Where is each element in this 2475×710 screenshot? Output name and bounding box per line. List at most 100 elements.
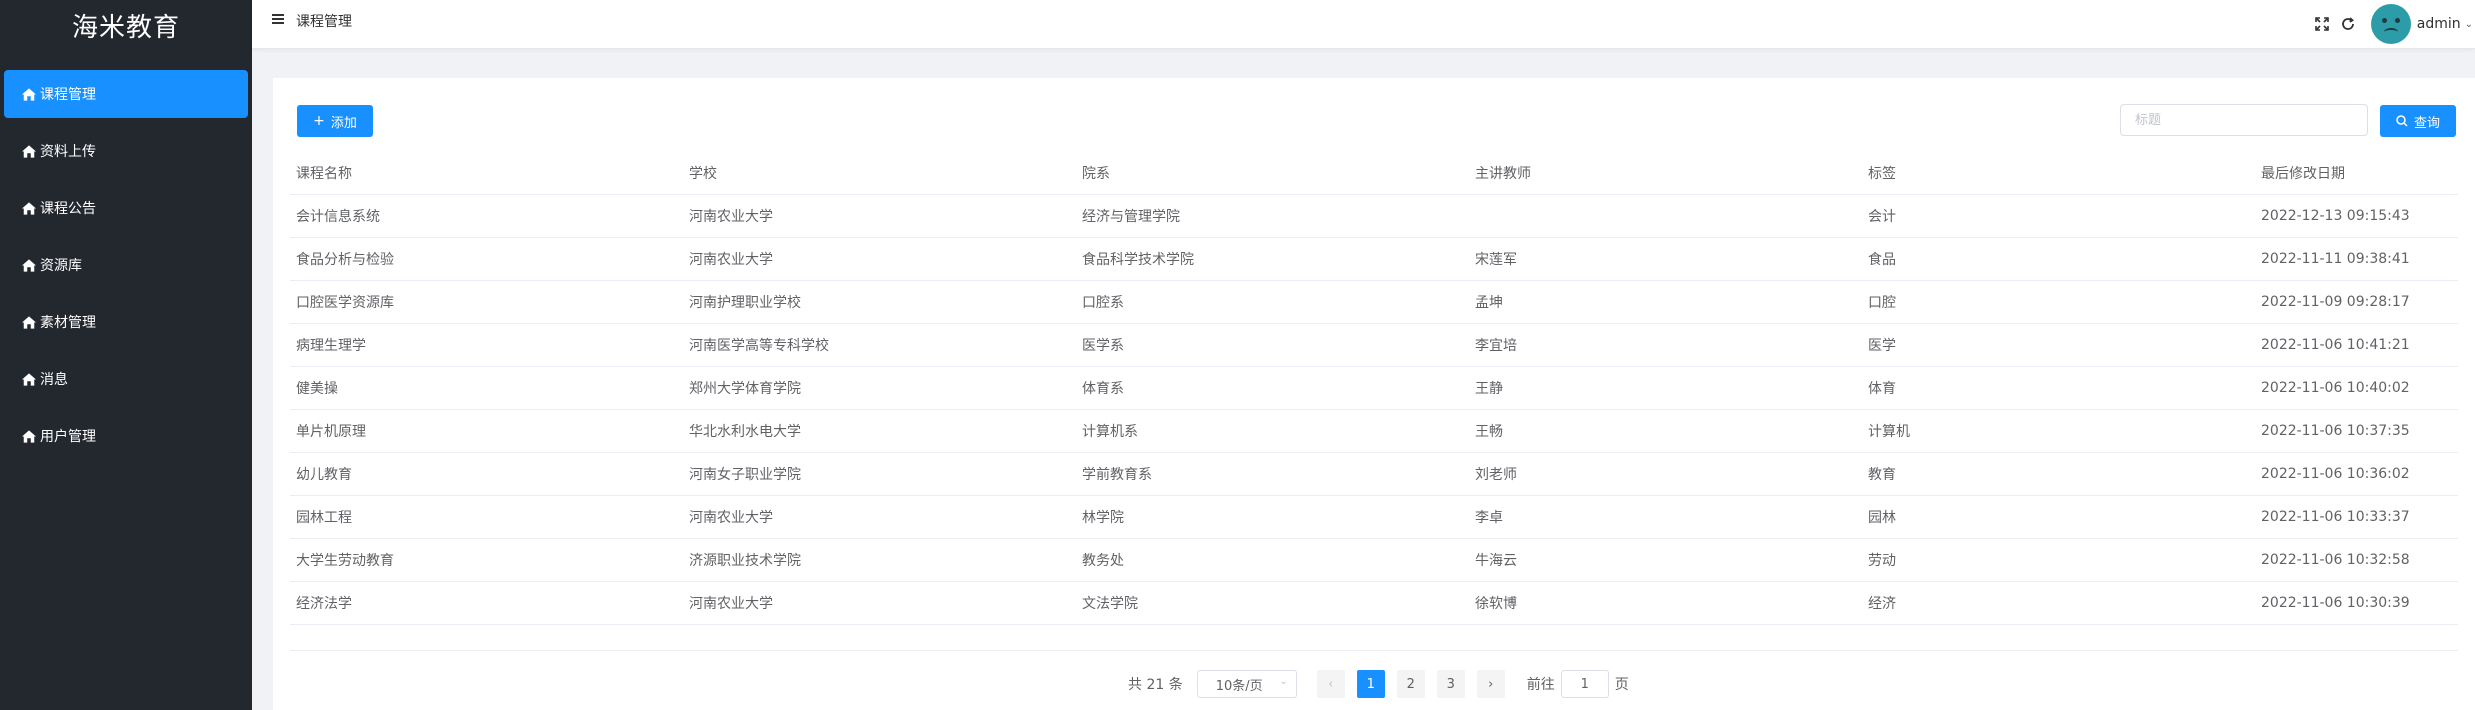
cell-modified-date: 2022-12-13 09:15:43 [2255, 194, 2458, 238]
cell-teacher: 牛海云 [1469, 538, 1862, 582]
cell-tag: 经济 [1862, 581, 2255, 625]
cell-tag: 医学 [1862, 323, 2255, 367]
goto-suffix: 页 [1614, 677, 1629, 693]
sidebar-item-messages[interactable]: 消息 [4, 355, 248, 403]
page-size-value: 10条/页 [1215, 678, 1263, 694]
cell-teacher: 孟坤 [1469, 280, 1862, 324]
table-row[interactable]: 幼儿教育 河南女子职业学院 学前教育系 刘老师 教育 2022-11-06 10… [290, 452, 2458, 496]
title-search-input[interactable] [2120, 104, 2368, 136]
username[interactable]: admin [2417, 16, 2461, 32]
sidebar-item-course-management[interactable]: 课程管理 [4, 70, 248, 118]
cell-school: 济源职业技术学院 [683, 538, 1076, 582]
prev-page-button[interactable]: ‹ [1316, 670, 1345, 698]
cell-department: 医学系 [1076, 323, 1469, 367]
top-header: 课程管理 admin ⌄ [252, 0, 2475, 49]
cell-tag: 食品 [1862, 237, 2255, 281]
cell-school: 河南农业大学 [683, 495, 1076, 539]
plus-icon: + [313, 113, 325, 129]
cell-course-name: 园林工程 [290, 495, 683, 539]
home-icon [22, 201, 36, 215]
cell-teacher: 宋莲军 [1469, 237, 1862, 281]
table-row[interactable]: 大学生劳动教育 济源职业技术学院 教务处 牛海云 劳动 2022-11-06 1… [290, 538, 2458, 582]
cell-department: 林学院 [1076, 495, 1469, 539]
cell-teacher: 徐软博 [1469, 581, 1862, 625]
cell-tag: 计算机 [1862, 409, 2255, 453]
column-header-tag[interactable]: 标签 [1862, 152, 2255, 195]
table-row[interactable]: 病理生理学 河南医学高等专科学校 医学系 李宜培 医学 2022-11-06 1… [290, 323, 2458, 367]
sidebar-item-user-management[interactable]: 用户管理 [4, 412, 248, 460]
sidebar-item-material-upload[interactable]: 资料上传 [4, 127, 248, 175]
cell-modified-date: 2022-11-11 09:38:41 [2255, 237, 2458, 281]
home-icon [22, 372, 36, 386]
cell-tag: 劳动 [1862, 538, 2255, 582]
chevron-down-icon: ⌄ [1279, 676, 1288, 687]
home-icon [22, 144, 36, 158]
home-icon [22, 429, 36, 443]
column-header-course-name[interactable]: 课程名称 [290, 152, 683, 195]
home-icon [22, 258, 36, 272]
cell-department: 口腔系 [1076, 280, 1469, 324]
table-row[interactable]: 会计信息系统 河南农业大学 经济与管理学院 会计 2022-12-13 09:1… [290, 194, 2458, 238]
cell-course-name: 健美操 [290, 366, 683, 410]
cell-modified-date: 2022-11-06 10:37:35 [2255, 409, 2458, 453]
column-header-teacher[interactable]: 主讲教师 [1469, 152, 1862, 195]
cell-modified-date: 2022-11-06 10:33:37 [2255, 495, 2458, 539]
chevron-down-icon[interactable]: ⌄ [2465, 19, 2473, 30]
cell-department: 计算机系 [1076, 409, 1469, 453]
table-row[interactable]: 口腔医学资源库 河南护理职业学校 口腔系 孟坤 口腔 2022-11-09 09… [290, 280, 2458, 324]
table-row[interactable]: 经济法学 河南农业大学 文法学院 徐软博 经济 2022-11-06 10:30… [290, 581, 2458, 625]
column-header-department[interactable]: 院系 [1076, 152, 1469, 195]
sidebar-item-course-announcement[interactable]: 课程公告 [4, 184, 248, 232]
table-header-row: 课程名称 学校 院系 主讲教师 标签 最后修改日期 [290, 152, 2458, 195]
cell-modified-date: 2022-11-06 10:40:02 [2255, 366, 2458, 410]
cell-school: 河南农业大学 [683, 194, 1076, 238]
sidebar-item-resource-library[interactable]: 资源库 [4, 241, 248, 289]
page-size-select[interactable]: 10条/页 ⌄ [1196, 670, 1297, 698]
course-list-card: + 添加 查询 课程名称 学校 院系 主讲教师 标签 最后修改日期 会计信息系统… [273, 78, 2475, 710]
cell-course-name: 幼儿教育 [290, 452, 683, 496]
cell-tag: 体育 [1862, 366, 2255, 410]
cell-teacher: 王静 [1469, 366, 1862, 410]
cell-teacher: 王畅 [1469, 409, 1862, 453]
refresh-icon[interactable] [2339, 15, 2357, 33]
cell-course-name: 经济法学 [290, 581, 683, 625]
page-button-2[interactable]: 2 [1396, 670, 1425, 698]
table-row[interactable]: 单片机原理 华北水利水电大学 计算机系 王畅 计算机 2022-11-06 10… [290, 409, 2458, 453]
table-row[interactable]: 园林工程 河南农业大学 林学院 李卓 园林 2022-11-06 10:33:3… [290, 495, 2458, 539]
cell-school: 河南农业大学 [683, 581, 1076, 625]
header-actions: admin ⌄ [2313, 0, 2475, 48]
column-header-school[interactable]: 学校 [683, 152, 1076, 195]
sidebar-item-label: 用户管理 [40, 429, 96, 445]
column-header-modified-date[interactable]: 最后修改日期 [2255, 152, 2458, 195]
table-footer-divider [290, 650, 2458, 651]
table-row[interactable]: 健美操 郑州大学体育学院 体育系 王静 体育 2022-11-06 10:40:… [290, 366, 2458, 410]
sidebar-item-asset-management[interactable]: 素材管理 [4, 298, 248, 346]
home-icon [22, 87, 36, 101]
page-button-3[interactable]: 3 [1436, 670, 1465, 698]
cell-course-name: 口腔医学资源库 [290, 280, 683, 324]
cell-department: 文法学院 [1076, 581, 1469, 625]
next-page-button[interactable]: › [1476, 670, 1505, 698]
cell-school: 河南医学高等专科学校 [683, 323, 1076, 367]
sidebar-item-label: 资料上传 [40, 144, 96, 160]
page-button-1[interactable]: 1 [1356, 670, 1385, 698]
cell-school: 河南农业大学 [683, 237, 1076, 281]
add-button[interactable]: + 添加 [297, 105, 373, 137]
cell-modified-date: 2022-11-06 10:36:02 [2255, 452, 2458, 496]
chevron-left-icon: ‹ [1328, 676, 1334, 692]
goto-page: 前往 页 [1527, 670, 1629, 698]
cell-school: 河南护理职业学校 [683, 280, 1076, 324]
cell-department: 食品科学技术学院 [1076, 237, 1469, 281]
cell-tag: 会计 [1862, 194, 2255, 238]
cell-teacher: 李宜培 [1469, 323, 1862, 367]
hamburger-icon[interactable] [272, 14, 284, 26]
fullscreen-icon[interactable] [2313, 15, 2331, 33]
query-button[interactable]: 查询 [2380, 105, 2456, 137]
goto-page-input[interactable] [1560, 670, 1609, 698]
sidebar-item-label: 消息 [40, 372, 68, 388]
table-row[interactable]: 食品分析与检验 河南农业大学 食品科学技术学院 宋莲军 食品 2022-11-1… [290, 237, 2458, 281]
cell-tag: 园林 [1862, 495, 2255, 539]
avatar[interactable] [2370, 4, 2411, 44]
breadcrumb: 课程管理 [296, 14, 352, 30]
cell-course-name: 大学生劳动教育 [290, 538, 683, 582]
